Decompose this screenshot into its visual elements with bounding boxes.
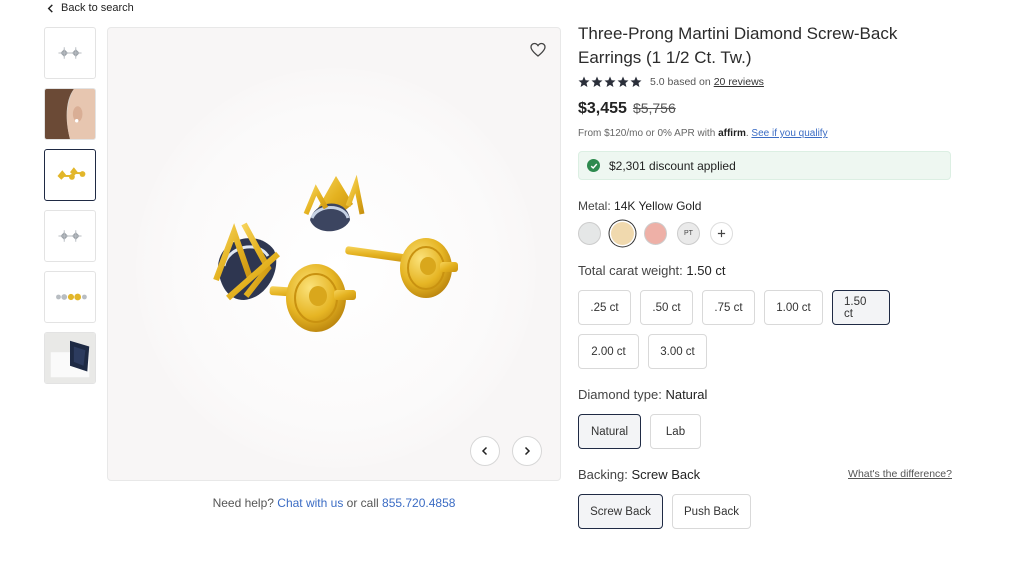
phone-link[interactable]: 855.720.4858 bbox=[382, 496, 455, 510]
carat-option-300[interactable]: 3.00 ct bbox=[648, 334, 707, 369]
swatch-platinum[interactable]: PT bbox=[677, 222, 700, 245]
price-row: $3,455 $5,756 bbox=[578, 100, 952, 118]
thumbnail-gallery bbox=[44, 27, 96, 393]
backing-value: Screw Back bbox=[631, 467, 701, 482]
thumbnail-earrings-silver-alt[interactable] bbox=[44, 210, 96, 262]
star-icon bbox=[578, 76, 590, 87]
chat-with-us-link[interactable]: Chat with us bbox=[277, 496, 343, 510]
model-wearing-earring-thumbnail bbox=[45, 89, 95, 139]
earrings-size-compare-thumbnail bbox=[56, 293, 87, 301]
rating-text: 5.0 based on bbox=[650, 76, 711, 88]
check-circle-icon bbox=[587, 159, 600, 172]
discount-banner: $2,301 discount applied bbox=[578, 151, 951, 180]
backing-section: Backing: Screw Back What's the differenc… bbox=[578, 467, 952, 529]
earrings-pair-silver-alt-thumbnail bbox=[58, 230, 82, 242]
metal-swatches: PT bbox=[578, 222, 952, 245]
help-line: Need help? Chat with us or call 855.720.… bbox=[107, 496, 561, 510]
diamond-type-section: Diamond type: Natural Natural Lab bbox=[578, 387, 952, 449]
carat-options: .25 ct .50 ct .75 ct 1.00 ct 1.50 ct 2.0… bbox=[578, 290, 908, 369]
product-details-panel: Three-Prong Martini Diamond Screw-Back E… bbox=[578, 22, 952, 529]
financing-text: From $120/mo or 0% APR with bbox=[578, 128, 716, 139]
carat-option-050[interactable]: .50 ct bbox=[640, 290, 693, 325]
diamond-type-options: Natural Lab bbox=[578, 414, 952, 449]
star-icon bbox=[617, 76, 629, 87]
help-middle: or call bbox=[346, 496, 379, 510]
star-icon bbox=[630, 76, 642, 87]
carat-option-150[interactable]: 1.50 ct bbox=[832, 290, 890, 325]
swatch-white-gold[interactable] bbox=[578, 222, 601, 245]
thumbnail-earrings-gold[interactable] bbox=[44, 149, 96, 201]
diamond-option-lab[interactable]: Lab bbox=[650, 414, 701, 449]
rating-row: 5.0 based on 20 reviews bbox=[578, 76, 952, 88]
star-icon bbox=[604, 76, 616, 87]
thumbnail-gift-box[interactable] bbox=[44, 332, 96, 384]
backing-label-text: Backing: bbox=[578, 467, 628, 482]
carat-section: Total carat weight: 1.50 ct .25 ct .50 c… bbox=[578, 263, 952, 369]
earrings-pair-silver-thumbnail bbox=[58, 47, 82, 59]
help-prefix: Need help? bbox=[212, 496, 274, 510]
star-icon bbox=[591, 76, 603, 87]
thumbnail-earrings-silver[interactable] bbox=[44, 27, 96, 79]
whats-the-difference-link[interactable]: What's the difference? bbox=[848, 468, 952, 480]
chevron-left-icon bbox=[481, 446, 488, 456]
sale-price: $3,455 bbox=[578, 100, 627, 117]
carat-label: Total carat weight: 1.50 ct bbox=[578, 263, 952, 278]
financing-info: From $120/mo or 0% APR with affirm. See … bbox=[578, 128, 828, 139]
earrings-gold-side-thumbnail bbox=[57, 167, 86, 180]
star-rating bbox=[578, 76, 642, 88]
diamond-type-label-text: Diamond type: bbox=[578, 387, 662, 402]
backing-options: Screw Back Push Back bbox=[578, 494, 952, 529]
heart-icon[interactable] bbox=[530, 42, 546, 58]
swatch-rose-gold[interactable] bbox=[644, 222, 667, 245]
see-if-you-qualify-link[interactable]: See if you qualify bbox=[751, 128, 827, 139]
main-product-image bbox=[107, 27, 561, 481]
earrings-product-illustration bbox=[213, 174, 458, 332]
carat-option-200[interactable]: 2.00 ct bbox=[578, 334, 639, 369]
diamond-type-label: Diamond type: Natural bbox=[578, 387, 952, 402]
metal-label: Metal: 14K Yellow Gold bbox=[578, 199, 952, 213]
gift-box-thumbnail bbox=[45, 333, 95, 383]
next-image-button[interactable] bbox=[512, 436, 542, 466]
discount-text: $2,301 discount applied bbox=[609, 158, 736, 173]
affirm-logo: affirm bbox=[718, 128, 746, 139]
product-title: Three-Prong Martini Diamond Screw-Back E… bbox=[578, 24, 898, 67]
carat-option-100[interactable]: 1.00 ct bbox=[764, 290, 823, 325]
back-to-search-label: Back to search bbox=[61, 2, 134, 14]
more-metals-button[interactable] bbox=[710, 222, 733, 245]
swatch-yellow-gold[interactable] bbox=[611, 222, 634, 245]
carat-option-075[interactable]: .75 ct bbox=[702, 290, 755, 325]
carat-option-025[interactable]: .25 ct bbox=[578, 290, 631, 325]
chevron-left-icon bbox=[47, 3, 53, 13]
previous-image-button[interactable] bbox=[470, 436, 500, 466]
backing-label: Backing: Screw Back What's the differenc… bbox=[578, 467, 952, 482]
thumbnail-size-compare[interactable] bbox=[44, 271, 96, 323]
back-to-search-link[interactable]: Back to search bbox=[46, 2, 134, 14]
chevron-right-icon bbox=[524, 446, 531, 456]
plus-icon bbox=[717, 229, 726, 238]
diamond-option-natural[interactable]: Natural bbox=[578, 414, 641, 449]
backing-option-screw-back[interactable]: Screw Back bbox=[578, 494, 663, 529]
backing-option-push-back[interactable]: Push Back bbox=[672, 494, 751, 529]
reviews-link[interactable]: 20 reviews bbox=[714, 76, 764, 88]
metal-label-text: Metal: bbox=[578, 199, 611, 213]
thumbnail-model[interactable] bbox=[44, 88, 96, 140]
original-price: $5,756 bbox=[632, 100, 676, 116]
carat-value: 1.50 ct bbox=[686, 263, 726, 278]
diamond-type-value: Natural bbox=[665, 387, 708, 402]
carat-label-text: Total carat weight: bbox=[578, 263, 683, 278]
metal-value: 14K Yellow Gold bbox=[614, 199, 702, 213]
